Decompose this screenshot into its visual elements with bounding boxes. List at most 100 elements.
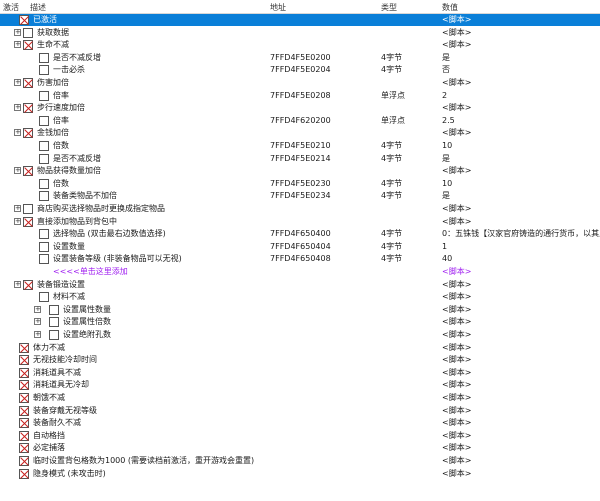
table-row[interactable]: + 伤害加倍 <脚本>	[0, 77, 600, 89]
row-value[interactable]: <脚本>	[442, 165, 471, 177]
table-row[interactable]: 选择物品 (双击最右边数值选择) 7FFD4F650400 4字节 0：五铢钱【汉家官…	[0, 228, 600, 240]
expand-toggle-icon[interactable]: +	[34, 305, 41, 313]
table-row[interactable]: + 步行速度加倍 <脚本>	[0, 102, 600, 114]
checkbox-checked-icon[interactable]	[19, 456, 29, 466]
row-value[interactable]: <脚本>	[442, 442, 471, 454]
row-value[interactable]: 2	[442, 90, 447, 102]
row-value[interactable]: <脚本>	[442, 354, 471, 366]
row-value[interactable]: 是	[442, 153, 450, 165]
checkbox-icon[interactable]	[39, 178, 49, 189]
table-row[interactable]: 倍率 7FFD4F620200 单浮点 2.5	[0, 115, 600, 127]
expand-toggle-icon[interactable]: +	[14, 167, 21, 175]
row-value[interactable]: <脚本>	[442, 379, 471, 391]
table-row[interactable]: + 物品获得数量加倍 <脚本>	[0, 165, 600, 177]
table-row[interactable]: 无视技能冷却时间 <脚本>	[0, 354, 600, 366]
expand-toggle-icon[interactable]: +	[14, 205, 21, 212]
checkbox-checked-icon[interactable]	[19, 430, 29, 441]
checkbox-checked-icon[interactable]	[23, 279, 33, 290]
row-value[interactable]: <脚本>	[442, 27, 471, 39]
row-value[interactable]: <脚本>	[442, 216, 471, 228]
row-value[interactable]: <脚本>	[442, 39, 471, 51]
checkbox-checked-icon[interactable]	[23, 78, 33, 88]
table-row[interactable]: 自动格挡 <脚本>	[0, 430, 600, 442]
table-row[interactable]: 倍率 7FFD4F5E0208 单浮点 2	[0, 90, 600, 102]
checkbox-checked-icon[interactable]	[19, 405, 29, 416]
table-row[interactable]: 倍数 7FFD4F5E0230 4字节 10	[0, 178, 600, 190]
row-value[interactable]: <脚本>	[442, 417, 471, 429]
table-row[interactable]: <<<<单击这里添加 <脚本>	[0, 266, 600, 278]
table-row[interactable]: 是否不减反增 7FFD4F5E0200 4字节 是	[0, 52, 600, 64]
table-row[interactable]: 消耗道具不减 <脚本>	[0, 367, 600, 379]
checkbox-icon[interactable]	[39, 115, 49, 126]
header-active[interactable]: 激活	[3, 2, 19, 13]
row-value[interactable]: <脚本>	[442, 405, 471, 417]
row-value[interactable]: <脚本>	[442, 468, 471, 480]
expand-toggle-icon[interactable]: +	[14, 79, 21, 86]
table-row[interactable]: 必定捕落 <脚本>	[0, 442, 600, 454]
table-row[interactable]: 材料不减 <脚本>	[0, 291, 600, 303]
table-row[interactable]: + 设置属性倍数 <脚本>	[0, 316, 600, 328]
row-value[interactable]: <脚本>	[442, 279, 471, 291]
table-row[interactable]: + 直接添加物品到背包中 <脚本>	[0, 216, 600, 228]
checkbox-icon[interactable]	[49, 330, 59, 340]
checkbox-icon[interactable]	[39, 52, 49, 63]
table-row[interactable]: 装备类物品不加倍 7FFD4F5E0234 4字节 是	[0, 190, 600, 202]
expand-toggle-icon[interactable]: +	[14, 217, 21, 225]
row-value[interactable]: <脚本>	[442, 430, 471, 442]
checkbox-checked-icon[interactable]	[23, 103, 33, 114]
row-value[interactable]: <脚本>	[442, 77, 471, 89]
table-row[interactable]: 隐身模式 (未攻击时) <脚本>	[0, 468, 600, 480]
table-row[interactable]: + 装备锻造设置 <脚本>	[0, 279, 600, 291]
expand-toggle-icon[interactable]: +	[34, 318, 41, 326]
expand-toggle-icon[interactable]: +	[14, 104, 21, 112]
checkbox-checked-icon[interactable]	[19, 443, 29, 454]
header-value[interactable]: 数值	[442, 2, 458, 13]
table-row[interactable]: 消耗道具无冷却 <脚本>	[0, 379, 600, 391]
checkbox-icon[interactable]	[39, 254, 49, 265]
table-row[interactable]: + 获取数据 <脚本>	[0, 27, 600, 39]
checkbox-checked-icon[interactable]	[19, 342, 29, 353]
row-value[interactable]: <脚本>	[442, 291, 471, 303]
table-row[interactable]: 一击必杀 7FFD4F5E0204 4字节 否	[0, 64, 600, 76]
checkbox-icon[interactable]	[39, 229, 49, 240]
header-type[interactable]: 类型	[381, 2, 397, 13]
checkbox-icon[interactable]	[23, 204, 33, 214]
expand-toggle-icon[interactable]: +	[34, 331, 41, 338]
row-value[interactable]: 0：五铢钱【汉家官府铸造的通行货币，以其上	[442, 228, 600, 240]
row-value[interactable]: 10	[442, 178, 452, 190]
row-value[interactable]: <脚本>	[442, 203, 471, 215]
checkbox-icon[interactable]	[39, 141, 49, 151]
checkbox-icon[interactable]	[49, 304, 59, 315]
table-row[interactable]: 设置装备等级 (非装备物品可以无视) 7FFD4F650408 4字节 40	[0, 253, 600, 265]
table-row[interactable]: + 生命不减 <脚本>	[0, 39, 600, 51]
checkbox-icon[interactable]	[39, 90, 49, 101]
checkbox-icon[interactable]	[39, 191, 49, 202]
checkbox-checked-icon[interactable]	[19, 380, 29, 391]
checkbox-icon[interactable]	[49, 317, 59, 328]
row-value[interactable]: <脚本>	[442, 367, 471, 379]
row-value[interactable]: 是	[442, 190, 450, 202]
checkbox-icon[interactable]	[23, 27, 33, 38]
checkbox-checked-icon[interactable]	[23, 216, 33, 227]
table-row[interactable]: 设置数量 7FFD4F650404 4字节 1	[0, 241, 600, 253]
row-value[interactable]: 是	[442, 52, 450, 64]
row-value[interactable]: 2.5	[442, 115, 455, 127]
checkbox-icon[interactable]	[39, 153, 49, 164]
checkbox-icon[interactable]	[39, 65, 49, 76]
table-row[interactable]: 体力不减 <脚本>	[0, 342, 600, 354]
row-value[interactable]: <脚本>	[442, 102, 471, 114]
checkbox-checked-icon[interactable]	[19, 15, 29, 25]
checkbox-icon[interactable]	[39, 292, 49, 303]
checkbox-icon[interactable]	[39, 241, 49, 252]
checkbox-checked-icon[interactable]	[19, 418, 29, 429]
table-row[interactable]: + 金钱加倍 <脚本>	[0, 127, 600, 139]
header-description[interactable]: 描述	[30, 2, 46, 13]
row-value[interactable]: <脚本>	[442, 127, 471, 139]
row-value[interactable]: <脚本>	[442, 455, 471, 467]
table-row[interactable]: 倍数 7FFD4F5E0210 4字节 10	[0, 140, 600, 152]
expand-toggle-icon[interactable]: +	[14, 28, 21, 36]
row-value[interactable]: 否	[442, 64, 450, 76]
row-value[interactable]: <脚本>	[442, 266, 471, 278]
checkbox-checked-icon[interactable]	[23, 40, 33, 51]
row-value[interactable]: <脚本>	[442, 304, 471, 316]
